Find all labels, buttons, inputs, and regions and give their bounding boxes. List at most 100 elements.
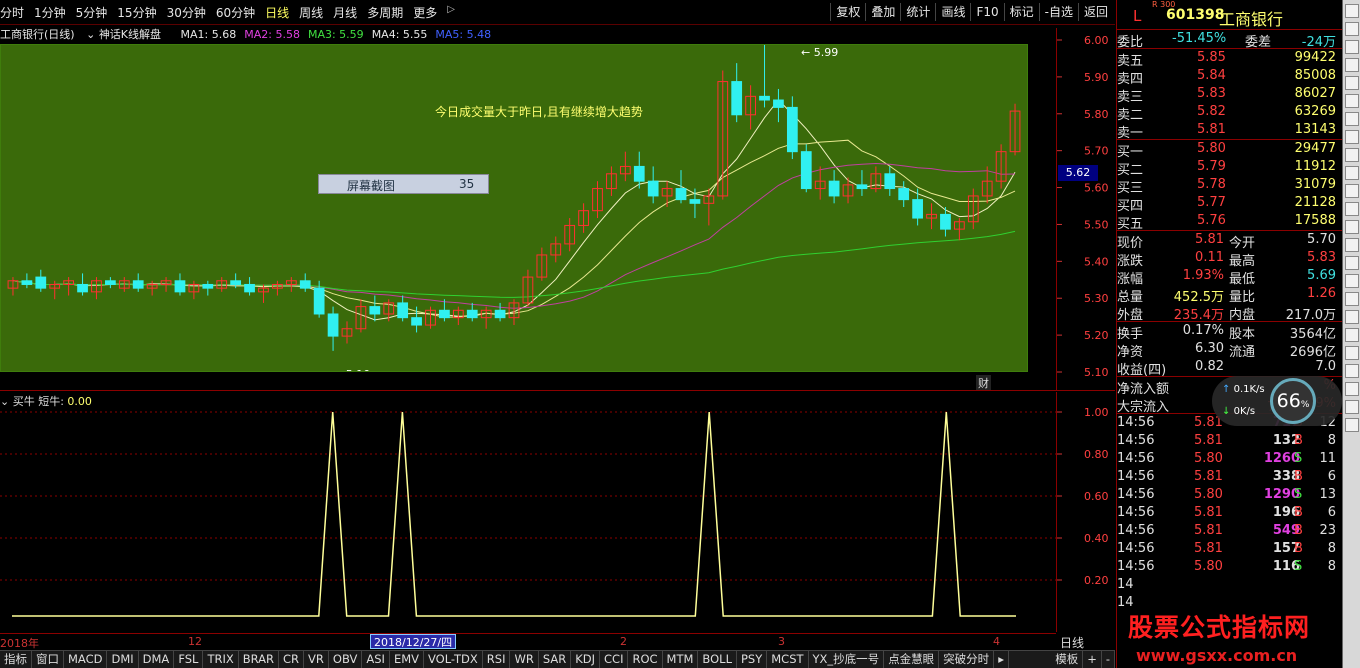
indicator-tab[interactable]: YX_抄底一号 [809, 651, 885, 668]
period-tab[interactable]: 60分钟 [216, 4, 255, 21]
bids-row[interactable]: 买二 5.79 11912 [1117, 158, 1342, 178]
tool-button[interactable]: 画线 [935, 3, 970, 21]
down-arrow-icon[interactable] [1345, 58, 1359, 72]
bids-row[interactable]: 买三 5.78 31079 [1117, 176, 1342, 196]
tool-button[interactable]: 统计 [900, 3, 935, 21]
period-tab[interactable]: 日线 [265, 4, 289, 21]
list-icon[interactable] [1345, 382, 1359, 396]
chevron-right-icon[interactable]: ▷ [447, 4, 455, 21]
indicator-tab[interactable]: DMA [139, 651, 175, 668]
indicator-tab[interactable]: VR [304, 651, 329, 668]
candle [77, 273, 88, 296]
indicator-tab[interactable]: WR [510, 651, 539, 668]
period-tab[interactable]: 分时 [0, 4, 24, 21]
window-icon[interactable] [1345, 4, 1359, 18]
pencil-icon[interactable] [1345, 364, 1359, 378]
template-button[interactable]: + [1083, 651, 1102, 668]
period-toolbar: 分时 1分钟 5分钟 15分钟 30分钟 60分钟 日线 周线 月线 多周期 更多 ▷ 复权 叠加 统计画… [0, 0, 1115, 25]
bids-row[interactable]: 买四 5.77 21128 [1117, 194, 1342, 214]
indicator-tab[interactable]: MACD [64, 651, 108, 668]
stat-value: 6.30 [1195, 341, 1224, 356]
asks-row[interactable]: 卖二 5.82 63269 [1117, 103, 1342, 123]
asks-row[interactable]: 卖一 5.81 13143 [1117, 121, 1342, 141]
tool-button[interactable]: 叠加 [865, 3, 900, 21]
indicator-tab[interactable]: 指标 [0, 651, 32, 668]
indicator-tab[interactable]: PSY [737, 651, 768, 668]
layout-icon[interactable] [1345, 166, 1359, 180]
tabs-scroll-icon[interactable]: ▸ [994, 651, 1009, 668]
indicator-tab[interactable]: FSL [174, 651, 204, 668]
indicator-tab[interactable]: EMV [390, 651, 424, 668]
indicator-tab[interactable]: KDJ [571, 651, 601, 668]
dollar-icon[interactable] [1345, 256, 1359, 270]
tool-icon[interactable] [1345, 418, 1359, 432]
indicator-name[interactable]: ⌄ 神话K线解盘 [86, 28, 169, 41]
finance-badge[interactable]: 财 [976, 375, 991, 391]
doc-icon[interactable] [1345, 400, 1359, 414]
stat-row: 换手 0.17% 股本 3564亿 [1117, 322, 1342, 342]
chart-icon[interactable] [1345, 148, 1359, 162]
indicator-tab[interactable]: BOLL [698, 651, 737, 668]
indicator-tab[interactable]: VOL-TDX [424, 651, 483, 668]
asks-row[interactable]: 卖四 5.84 85008 [1117, 67, 1342, 87]
indicator-tab[interactable]: SAR [539, 651, 572, 668]
template-button[interactable]: 模板 [1051, 651, 1084, 668]
asks-row[interactable]: 卖五 5.85 99422 [1117, 49, 1342, 69]
period-tab[interactable]: 月线 [333, 4, 357, 21]
candlestick-svg: ← 5.99 ← 5.10 [7, 45, 1021, 371]
rsi-icon[interactable] [1345, 292, 1359, 306]
zoom-in-icon[interactable] [1345, 328, 1359, 342]
up-arrow-icon[interactable] [1345, 40, 1359, 54]
indicator-tab[interactable]: CCI [600, 651, 629, 668]
news-icon[interactable] [1345, 274, 1359, 288]
tool-button[interactable]: 返回 [1077, 3, 1113, 21]
bids-row[interactable]: 买一 5.80 29477 [1117, 140, 1342, 160]
trend-icon[interactable] [1345, 112, 1359, 126]
table-icon[interactable] [1345, 202, 1359, 216]
indicator-tab[interactable]: OBV [329, 651, 363, 668]
period-tab[interactable]: 30分钟 [167, 4, 206, 21]
f10-icon[interactable] [1345, 238, 1359, 252]
money-icon[interactable] [1345, 220, 1359, 234]
memory-unit: % [1300, 400, 1310, 410]
period-tab[interactable]: 1分钟 [34, 4, 66, 21]
indicator-tab[interactable]: 点金慧眼 [884, 651, 940, 668]
indicator-tab[interactable]: CR [279, 651, 305, 668]
period-tab[interactable]: 周线 [299, 4, 323, 21]
bids-row[interactable]: 买五 5.76 17588 [1117, 212, 1342, 232]
indicator-tab[interactable]: MCST [767, 651, 809, 668]
asks-row[interactable]: 卖三 5.83 86027 [1117, 85, 1342, 105]
tool-button[interactable]: F10 [970, 3, 1003, 21]
signal-chart[interactable] [0, 392, 1056, 632]
left-arrow-icon[interactable] [1345, 76, 1359, 90]
grid-icon[interactable] [1345, 22, 1359, 36]
indicator-tab[interactable]: RSI [483, 651, 511, 668]
period-tab[interactable]: 多周期 [367, 4, 403, 21]
period-tab[interactable]: 5分钟 [76, 4, 108, 21]
indicator-tab[interactable]: BRAR [239, 651, 280, 668]
network-speed-widget[interactable]: ↑ 0.1K/s ↓ 0K/s 66% [1212, 376, 1342, 426]
settings-icon[interactable] [1345, 310, 1359, 324]
period-tab[interactable]: 15分钟 [117, 4, 156, 21]
info-icon[interactable] [1345, 184, 1359, 198]
indicator-tab[interactable]: ASI [362, 651, 390, 668]
indicator-tab[interactable]: 突破分时 [939, 651, 995, 668]
tick-list[interactable]: 14:565.81717B1214:565.81132B814:565.8012… [1117, 414, 1342, 612]
indicator-tab[interactable]: TRIX [203, 651, 239, 668]
template-button[interactable]: - [1102, 651, 1115, 668]
indicator-tabs: 指标 窗口 MACD DMI DMA FSL TRIX BRAR CR VR OBV ASI EMV VO… [0, 650, 1115, 668]
indicator-tab[interactable]: MTM [663, 651, 699, 668]
period-label: 日线 [1060, 636, 1085, 650]
zoom-out-icon[interactable] [1345, 346, 1359, 360]
indicator-tab[interactable]: ROC [628, 651, 663, 668]
period-tab[interactable]: 更多 [413, 4, 437, 21]
tool-button[interactable]: -自选 [1038, 3, 1078, 21]
stock-name: 工商银行 [1219, 10, 1284, 29]
candlestick-chart[interactable]: ← 5.99 ← 5.10 [0, 44, 1028, 372]
indicator-tab[interactable]: DMI [107, 651, 139, 668]
indicator-tab[interactable]: 窗口 [32, 651, 64, 668]
candle-icon[interactable] [1345, 130, 1359, 144]
right-arrow-icon[interactable] [1345, 94, 1359, 108]
tool-button[interactable]: 标记 [1003, 3, 1039, 21]
tool-button[interactable]: 复权 [830, 3, 865, 21]
